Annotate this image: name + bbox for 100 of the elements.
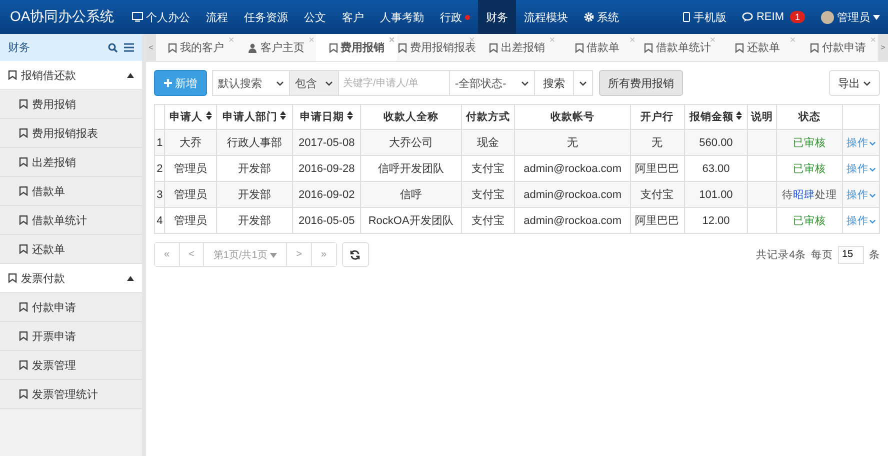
table-cell: 2016-09-28 <box>292 156 361 182</box>
caret-icon <box>873 14 880 20</box>
sidebar-item[interactable]: 借款单统计 <box>0 206 142 235</box>
collapse-caret-icon <box>127 276 134 280</box>
table-cell: 3 <box>154 182 165 208</box>
tab[interactable]: 出差报销 × <box>476 34 558 61</box>
sidebar-group[interactable]: 发票付款 <box>0 264 142 293</box>
tab[interactable]: 还款单 × <box>718 34 798 61</box>
tab[interactable]: 我的客户 × <box>156 34 236 61</box>
nav-item[interactable]: 流程模块 <box>516 0 576 34</box>
bookmark-icon <box>398 42 407 52</box>
menu-icon[interactable] <box>124 43 134 52</box>
phone-icon <box>683 12 690 22</box>
sidebar-item[interactable]: 借款单 <box>0 177 142 206</box>
table-cell: 管理员 <box>164 156 216 182</box>
tab[interactable]: 借款单 × <box>557 34 638 61</box>
tab[interactable]: 借款单统计 × <box>637 34 718 61</box>
keyword-input[interactable]: 关键字/申请人/单 <box>338 70 450 96</box>
monitor-icon <box>132 12 144 22</box>
tab[interactable]: 付款申请 × <box>798 34 878 61</box>
table-cell <box>748 130 777 156</box>
sidebar-item[interactable]: 发票管理 <box>0 351 142 380</box>
search-type-select[interactable]: 默认搜索 <box>212 70 290 96</box>
column-header: 收款人全称 <box>360 104 462 130</box>
sidebar-item[interactable]: 还款单 <box>0 235 142 264</box>
per-page-input[interactable]: 15 <box>838 246 864 264</box>
nav-item[interactable]: 公文 <box>296 0 334 34</box>
chevron-down-icon <box>868 192 876 198</box>
match-select[interactable]: 包含 <box>289 70 339 96</box>
scroll-right-button[interactable]: > <box>878 34 888 61</box>
nav-item[interactable]: 人事考勤 <box>372 0 432 34</box>
table-cell: 2016-05-05 <box>292 208 361 234</box>
bookmark-icon <box>19 128 28 138</box>
bookmark-icon <box>328 42 338 52</box>
nav-item[interactable]: 财务 <box>478 0 516 34</box>
status-select[interactable]: -全部状态- <box>449 70 535 96</box>
scroll-left-button[interactable]: < <box>146 34 156 61</box>
per-page-label: 每页 <box>811 248 833 262</box>
nav-item[interactable]: 任务资源 <box>236 0 296 34</box>
table-cell: 2016-09-02 <box>292 182 361 208</box>
sidebar-group[interactable]: 报销借还款 <box>0 61 142 90</box>
table-cell: 支付宝 <box>461 208 515 234</box>
tab[interactable]: 费用报销 × <box>316 34 397 61</box>
sort-icon <box>206 111 212 120</box>
export-button[interactable]: 导出 <box>829 70 880 96</box>
nav-item[interactable]: 行政 <box>432 0 478 34</box>
table-cell: 无 <box>630 130 684 156</box>
user-menu[interactable]: 管理员 <box>813 0 888 34</box>
nav-item[interactable]: 系统 <box>576 0 628 34</box>
sidebar-item[interactable]: 费用报销 <box>0 90 142 119</box>
bookmark-icon <box>810 42 819 52</box>
nav-item[interactable]: 流程 <box>198 0 236 34</box>
table-cell: 开发部 <box>216 156 293 182</box>
table-cell: 开发部 <box>216 208 293 234</box>
bookmark-icon <box>8 273 17 283</box>
bookmark-icon <box>19 302 28 312</box>
status-cell: 待昭肆处理 <box>776 182 843 208</box>
search-button[interactable]: 搜索 <box>534 70 574 96</box>
sidebar-item[interactable]: 开票申请 <box>0 322 142 351</box>
bookmark-icon <box>19 186 28 196</box>
settings-icon <box>584 12 594 22</box>
table-cell: 阿里巴巴 <box>630 208 684 234</box>
table-cell: 1 <box>154 130 165 156</box>
sidebar-item[interactable]: 费用报销报表 <box>0 119 142 148</box>
bookmark-icon <box>19 389 28 399</box>
chevron-down-icon <box>868 166 876 172</box>
user-icon <box>248 42 258 52</box>
sort-icon <box>280 111 286 120</box>
bookmark-icon <box>19 157 28 167</box>
chevron-down-icon <box>276 80 284 86</box>
avatar-icon <box>821 10 834 24</box>
record-count: 共记录4条 <box>756 248 806 262</box>
table-cell: admin@rockoa.com <box>514 156 630 182</box>
all-expenses-button[interactable]: 所有费用报销 <box>599 70 683 96</box>
status-cell: 已审核 <box>776 208 843 234</box>
table-cell: 管理员 <box>164 182 216 208</box>
nav-link[interactable]: 手机版 <box>675 0 734 34</box>
nav-link[interactable]: REIM 1 <box>734 0 813 34</box>
bookmark-icon <box>19 331 28 341</box>
chevron-down-icon <box>325 80 333 86</box>
chevron-down-icon <box>579 81 587 86</box>
chevron-down-icon <box>863 80 871 86</box>
refresh-button[interactable] <box>342 242 368 267</box>
sidebar-item[interactable]: 出差报销 <box>0 148 142 177</box>
nav-item[interactable]: 客户 <box>334 0 372 34</box>
tab[interactable]: 客户主页 × <box>236 34 316 61</box>
table-cell <box>748 208 777 234</box>
tab[interactable]: 费用报销报表 × <box>396 34 477 61</box>
nav-item[interactable]: 个人办公 <box>124 0 198 34</box>
sidebar-item[interactable]: 付款申请 <box>0 293 142 322</box>
column-header: 收款帐号 <box>514 104 630 130</box>
search-icon[interactable] <box>108 42 118 52</box>
table-cell: 信呼 <box>360 182 462 208</box>
table-cell: 阿里巴巴 <box>630 156 684 182</box>
table-cell: 管理员 <box>164 208 216 234</box>
table-cell: 现金 <box>461 130 515 156</box>
table-cell: admin@rockoa.com <box>514 208 630 234</box>
status-cell: 已审核 <box>776 130 843 156</box>
table-cell: admin@rockoa.com <box>514 182 630 208</box>
sidebar-item[interactable]: 发票管理统计 <box>0 380 142 409</box>
